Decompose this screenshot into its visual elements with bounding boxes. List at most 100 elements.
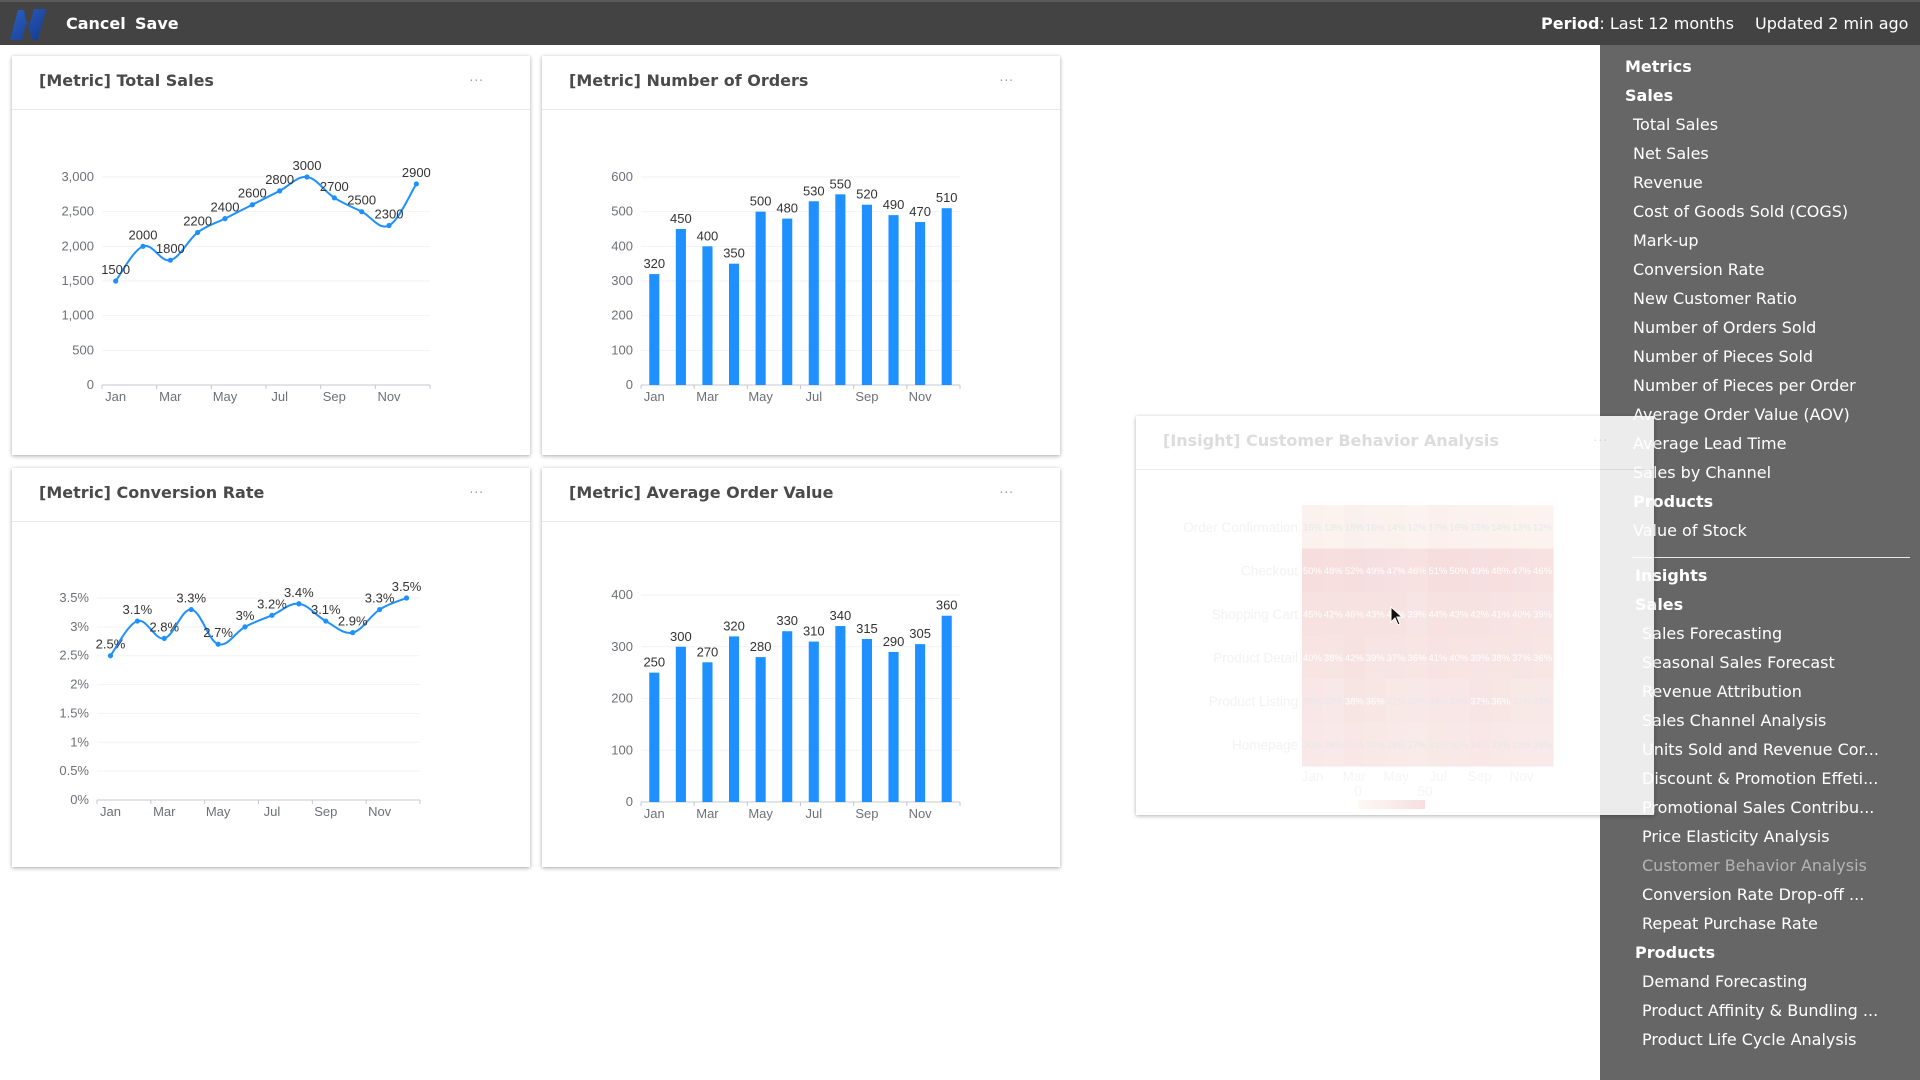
x-tick-label: Mar [153,804,176,819]
data-label: 2800 [265,172,294,187]
data-label: 300 [670,629,692,644]
heatmap-cell-label: 45% [1303,609,1323,620]
sidebar-item-product-affinity-bundling[interactable]: Product Affinity & Bundling ... [1642,1001,1878,1020]
sidebar-item-repeat-purchase-rate[interactable]: Repeat Purchase Rate [1642,914,1818,933]
data-label: 550 [830,176,852,191]
x-tick-label: May [748,806,773,821]
heatmap-cell-label: 48% [1324,566,1344,577]
sidebar-item-promotional-sales-contribu[interactable]: Promotional Sales Contribu... [1642,798,1874,817]
sidebar-item-number-of-pieces-sold[interactable]: Number of Pieces Sold [1633,347,1813,366]
card-average-order-value[interactable]: [Metric] Average Order Value ... 0 100 200… [542,468,1060,867]
more-menu-icon[interactable]: ... [470,70,484,84]
sidebar-item-mark-up[interactable]: Mark-up [1633,231,1699,250]
data-point [113,278,119,284]
sidebar-item-demand-forecasting[interactable]: Demand Forecasting [1642,972,1807,991]
sidebar-item-product-life-cycle-analysis[interactable]: Product Life Cycle Analysis [1642,1030,1857,1049]
sidebar-item-conversion-rate[interactable]: Conversion Rate [1633,260,1764,279]
data-label: 270 [697,644,719,659]
data-label: 290 [883,634,905,649]
data-label: 250 [643,655,665,670]
x-tick-label: Jan [105,389,126,404]
heatmap-cell-label: 38% [1491,653,1511,664]
heatmap-cell-label: 38% [1324,653,1344,664]
data-label: 510 [936,190,958,205]
sidebar-item-net-sales[interactable]: Net Sales [1633,144,1709,163]
x-tick-label: Jul [264,804,281,819]
x-tick-label: Jan [1302,769,1324,784]
bar [808,641,819,802]
card-header[interactable]: [Metric] Average Order Value ... [542,468,1060,522]
more-menu-icon[interactable]: ... [470,482,484,496]
heatmap-cell-label: 46% [1345,609,1365,620]
heatmap-cell-label: 51% [1428,566,1448,577]
data-label: 480 [776,201,798,216]
x-tick-label: May [748,389,773,404]
card-header[interactable]: [Metric] Total Sales ... [12,56,530,110]
visual-map-bar [1358,800,1425,809]
data-label: 2500 [347,193,376,208]
bar [915,222,926,385]
data-label: 470 [909,204,931,219]
data-label: 3.3% [365,591,395,606]
more-menu-icon[interactable]: ... [1000,70,1014,84]
heatmap-cell-label: 27% [1408,740,1428,751]
data-point [359,209,365,215]
heatmap-cell-label: 31% [1512,696,1532,707]
data-label: 2400 [211,200,240,215]
data-label: 520 [856,187,878,202]
heatmap-cell-label: 50% [1303,566,1323,577]
data-label: 3.5% [392,579,422,594]
card-header[interactable]: [Metric] Conversion Rate ... [12,468,530,522]
sidebar-item-units-sold-and-revenue-cor[interactable]: Units Sold and Revenue Cor... [1642,740,1879,759]
card-total-sales[interactable]: [Metric] Total Sales ... 0 500 1,000 1,500 2… [12,56,530,455]
heatmap-cell-label: 42% [1345,653,1365,664]
data-label: 450 [670,211,692,226]
heatmap-cell-label: 32% [1387,696,1407,707]
data-label: 320 [643,256,665,271]
data-point [413,181,419,187]
sidebar-item-price-elasticity-analysis[interactable]: Price Elasticity Analysis [1642,827,1830,846]
sidebar-item-number-of-orders-sold[interactable]: Number of Orders Sold [1633,318,1816,337]
sidebar-item-sales-forecasting[interactable]: Sales Forecasting [1642,624,1782,643]
y-tick-label: 100 [611,742,633,757]
sidebar-item-customer-behavior-analysis[interactable]: Customer Behavior Analysis [1642,856,1867,875]
x-tick-label: Jan [100,804,121,819]
sidebar-item-average-order-value-aov[interactable]: Average Order Value (AOV) [1633,405,1850,424]
heatmap-cell-label: 29% [1387,740,1407,751]
card-title: [Metric] Number of Orders [569,71,809,90]
sidebar-item-seasonal-sales-forecast[interactable]: Seasonal Sales Forecast [1642,653,1835,672]
sidebar-item-revenue-attribution[interactable]: Revenue Attribution [1642,682,1802,701]
sidebar-item-discount-promotion-effeti[interactable]: Discount & Promotion Effeti... [1642,769,1878,788]
sidebar-item-average-lead-time[interactable]: Average Lead Time [1633,434,1786,453]
heatmap-cell-label: 34% [1470,740,1490,751]
card-header[interactable]: [Metric] Number of Orders ... [542,56,1060,110]
save-button[interactable]: Save [135,14,179,33]
x-tick-label: Nov [377,389,401,404]
sidebar-item-cost-of-goods-sold-cogs[interactable]: Cost of Goods Sold (COGS) [1633,202,1848,221]
card-conversion-rate[interactable]: [Metric] Conversion Rate ... 0% 0.5% 1% 1.5… [12,468,530,867]
period-selector[interactable]: Period: Last 12 months [1541,14,1734,33]
sidebar-item-revenue[interactable]: Revenue [1633,173,1703,192]
bar [915,644,926,802]
sidebar-item-total-sales[interactable]: Total Sales [1633,115,1718,134]
heatmap-cell-label: 36% [1366,696,1386,707]
heatmap-cell-label: 33% [1324,696,1344,707]
y-tick-label: 0 [626,377,633,392]
n-logo-icon[interactable] [6,6,48,42]
sidebar-item-sales-channel-analysis[interactable]: Sales Channel Analysis [1642,711,1826,730]
bar [649,672,660,802]
data-point [242,624,248,630]
sidebar-item-conversion-rate-drop-off[interactable]: Conversion Rate Drop-off ... [1642,885,1864,904]
y-tick-label: 1.5% [59,705,89,720]
more-menu-icon[interactable]: ... [1000,482,1014,496]
cancel-button[interactable]: Cancel [66,14,126,33]
sidebar-item-number-of-pieces-per-order[interactable]: Number of Pieces per Order [1633,376,1856,395]
card-header[interactable]: [Insight] Customer Behavior Analysis ... [1136,416,1654,470]
heatmap-group: Order Confirmation 15% 13% 18% 16% 14% 12% 17% 1… [1183,505,1554,809]
card-number-of-orders[interactable]: [Metric] Number of Orders ... 0 100 200 300… [542,56,1060,455]
more-menu-icon[interactable]: ... [1594,430,1608,444]
heatmap-cell-label: 39% [1408,609,1428,620]
heatmap-cell-label: 32% [1366,740,1386,751]
sidebar-item-new-customer-ratio[interactable]: New Customer Ratio [1633,289,1797,308]
heatmap-row-label: Product Detail [1213,650,1298,665]
